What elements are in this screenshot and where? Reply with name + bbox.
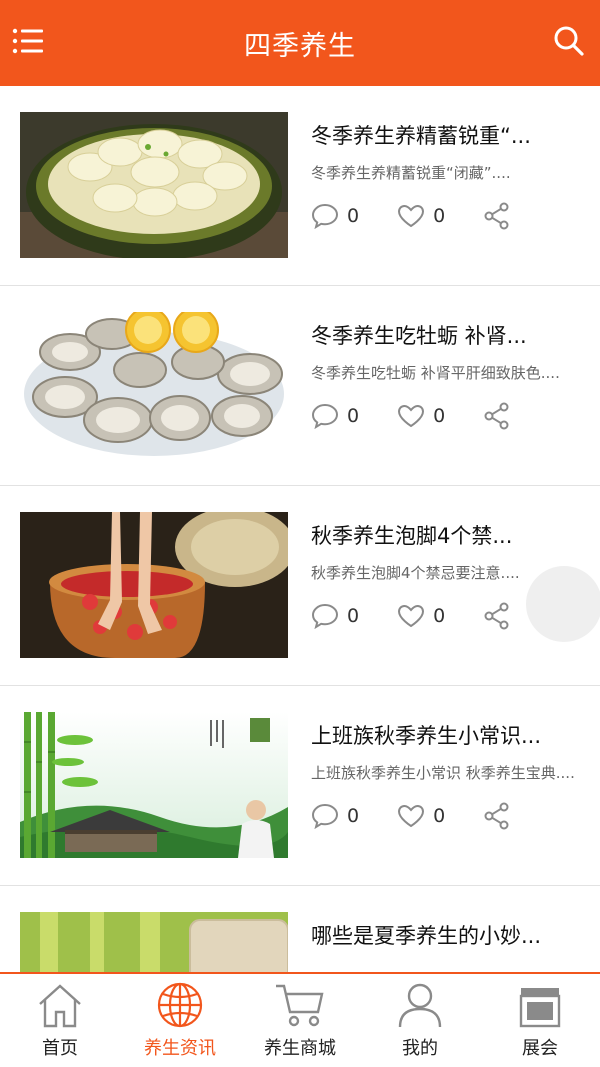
app-screen: 四季养生 冬季养生养精蓄锐重“... 冬季养生养精蓄锐重“闭藏”.... 0 0…: [0, 0, 600, 1067]
like-count: 0: [433, 605, 446, 627]
tab-health-mall[interactable]: 养生商城: [240, 974, 360, 1067]
article-info: 冬季养生养精蓄锐重“... 冬季养生养精蓄锐重“闭藏”....: [311, 122, 587, 206]
heart-icon: [398, 204, 425, 228]
share-icon: [484, 602, 509, 630]
bamboo-landscape-image: [20, 712, 288, 858]
share-icon: [484, 802, 509, 830]
article-info: 冬季养生吃牡蛎 补肾... 冬季养生吃牡蛎 补肾平肝细致肤色....: [311, 322, 587, 406]
tab-label: 展会: [522, 1038, 558, 1059]
tab-label: 养生资讯: [144, 1038, 216, 1059]
article-title: 上班族秋季养生小常识...: [311, 724, 542, 748]
article-thumbnail: [20, 512, 288, 658]
share-button[interactable]: [483, 802, 511, 830]
article-item[interactable]: 冬季养生吃牡蛎 补肾... 冬季养生吃牡蛎 补肾平肝细致肤色.... 0 0: [0, 286, 600, 486]
tab-label: 养生商城: [264, 1038, 336, 1059]
article-title: 冬季养生吃牡蛎 补肾...: [311, 324, 527, 348]
share-icon: [484, 202, 509, 230]
heart-icon: [398, 804, 425, 828]
article-item[interactable]: 秋季养生泡脚4个禁... 秋季养生泡脚4个禁忌要注意.... 0 0: [0, 486, 600, 686]
article-item[interactable]: 冬季养生养精蓄锐重“... 冬季养生养精蓄锐重“闭藏”.... 0 0: [0, 86, 600, 286]
comment-button[interactable]: 0: [311, 603, 359, 629]
article-title: 哪些是夏季养生的小妙...: [311, 924, 542, 948]
comment-icon: [311, 203, 339, 229]
store-icon: [519, 988, 561, 1028]
comment-count: 0: [347, 805, 360, 827]
like-button[interactable]: 0: [397, 204, 445, 228]
like-count: 0: [433, 205, 446, 227]
tab-health-news[interactable]: 养生资讯: [120, 974, 240, 1067]
like-button[interactable]: 0: [397, 604, 445, 628]
article-stats: 0 0: [311, 402, 511, 430]
comment-button[interactable]: 0: [311, 803, 359, 829]
like-count: 0: [433, 805, 446, 827]
comment-count: 0: [347, 605, 360, 627]
article-info: 哪些是夏季养生的小妙...: [311, 922, 587, 950]
article-title: 秋季养生泡脚4个禁...: [311, 524, 513, 548]
comment-button[interactable]: 0: [311, 203, 359, 229]
article-description: 冬季养生养精蓄锐重“闭藏”....: [311, 164, 511, 182]
article-info: 上班族秋季养生小常识... 上班族秋季养生小常识 秋季养生宝典....: [311, 722, 587, 806]
like-button[interactable]: 0: [397, 804, 445, 828]
article-item[interactable]: 上班族秋季养生小常识... 上班族秋季养生小常识 秋季养生宝典.... 0 0: [0, 686, 600, 886]
user-icon: [398, 983, 442, 1028]
heart-icon: [398, 404, 425, 428]
comment-icon: [311, 803, 339, 829]
foot-bath-image: [20, 512, 288, 658]
article-description: 冬季养生吃牡蛎 补肾平肝细致肤色....: [311, 364, 560, 382]
article-description: 上班族秋季养生小常识 秋季养生宝典....: [311, 764, 575, 782]
radish-dish-image: [20, 112, 288, 258]
article-thumbnail: [20, 712, 288, 858]
article-title: 冬季养生养精蓄锐重“...: [311, 124, 531, 148]
page-title: 四季养生: [244, 30, 356, 62]
article-thumbnail: [20, 912, 288, 972]
share-button[interactable]: [483, 202, 511, 230]
cart-icon: [276, 984, 324, 1027]
share-button[interactable]: [483, 402, 511, 430]
article-item[interactable]: 哪些是夏季养生的小妙...: [0, 886, 600, 972]
bamboo-towel-image: [20, 912, 288, 972]
search-button[interactable]: [550, 22, 588, 60]
heart-icon: [398, 604, 425, 628]
comment-icon: [311, 403, 339, 429]
globe-icon: [157, 982, 203, 1028]
article-list: 冬季养生养精蓄锐重“... 冬季养生养精蓄锐重“闭藏”.... 0 0 冬季养生…: [0, 86, 600, 972]
comment-count: 0: [347, 405, 360, 427]
menu-button[interactable]: [10, 23, 46, 59]
bottom-tab-bar: 首页 养生资讯 养生商城 我的 展会: [0, 972, 600, 1067]
search-icon: [554, 26, 584, 56]
article-stats: 0 0: [311, 802, 511, 830]
comment-count: 0: [347, 205, 360, 227]
oysters-image: [20, 312, 288, 458]
menu-icon: [12, 28, 43, 54]
article-thumbnail: [20, 112, 288, 258]
comment-button[interactable]: 0: [311, 403, 359, 429]
share-button[interactable]: [483, 602, 511, 630]
tab-label: 首页: [42, 1038, 78, 1059]
tab-mine[interactable]: 我的: [360, 974, 480, 1067]
comment-icon: [311, 603, 339, 629]
share-icon: [484, 402, 509, 430]
article-thumbnail: [20, 312, 288, 458]
like-count: 0: [433, 405, 446, 427]
tab-label: 我的: [402, 1038, 438, 1059]
home-icon: [39, 984, 81, 1028]
article-stats: 0 0: [311, 202, 511, 230]
touch-ripple: [526, 566, 600, 642]
tab-exhibition[interactable]: 展会: [480, 974, 600, 1067]
like-button[interactable]: 0: [397, 404, 445, 428]
tab-home[interactable]: 首页: [0, 974, 120, 1067]
article-stats: 0 0: [311, 602, 511, 630]
top-bar: 四季养生: [0, 0, 600, 86]
